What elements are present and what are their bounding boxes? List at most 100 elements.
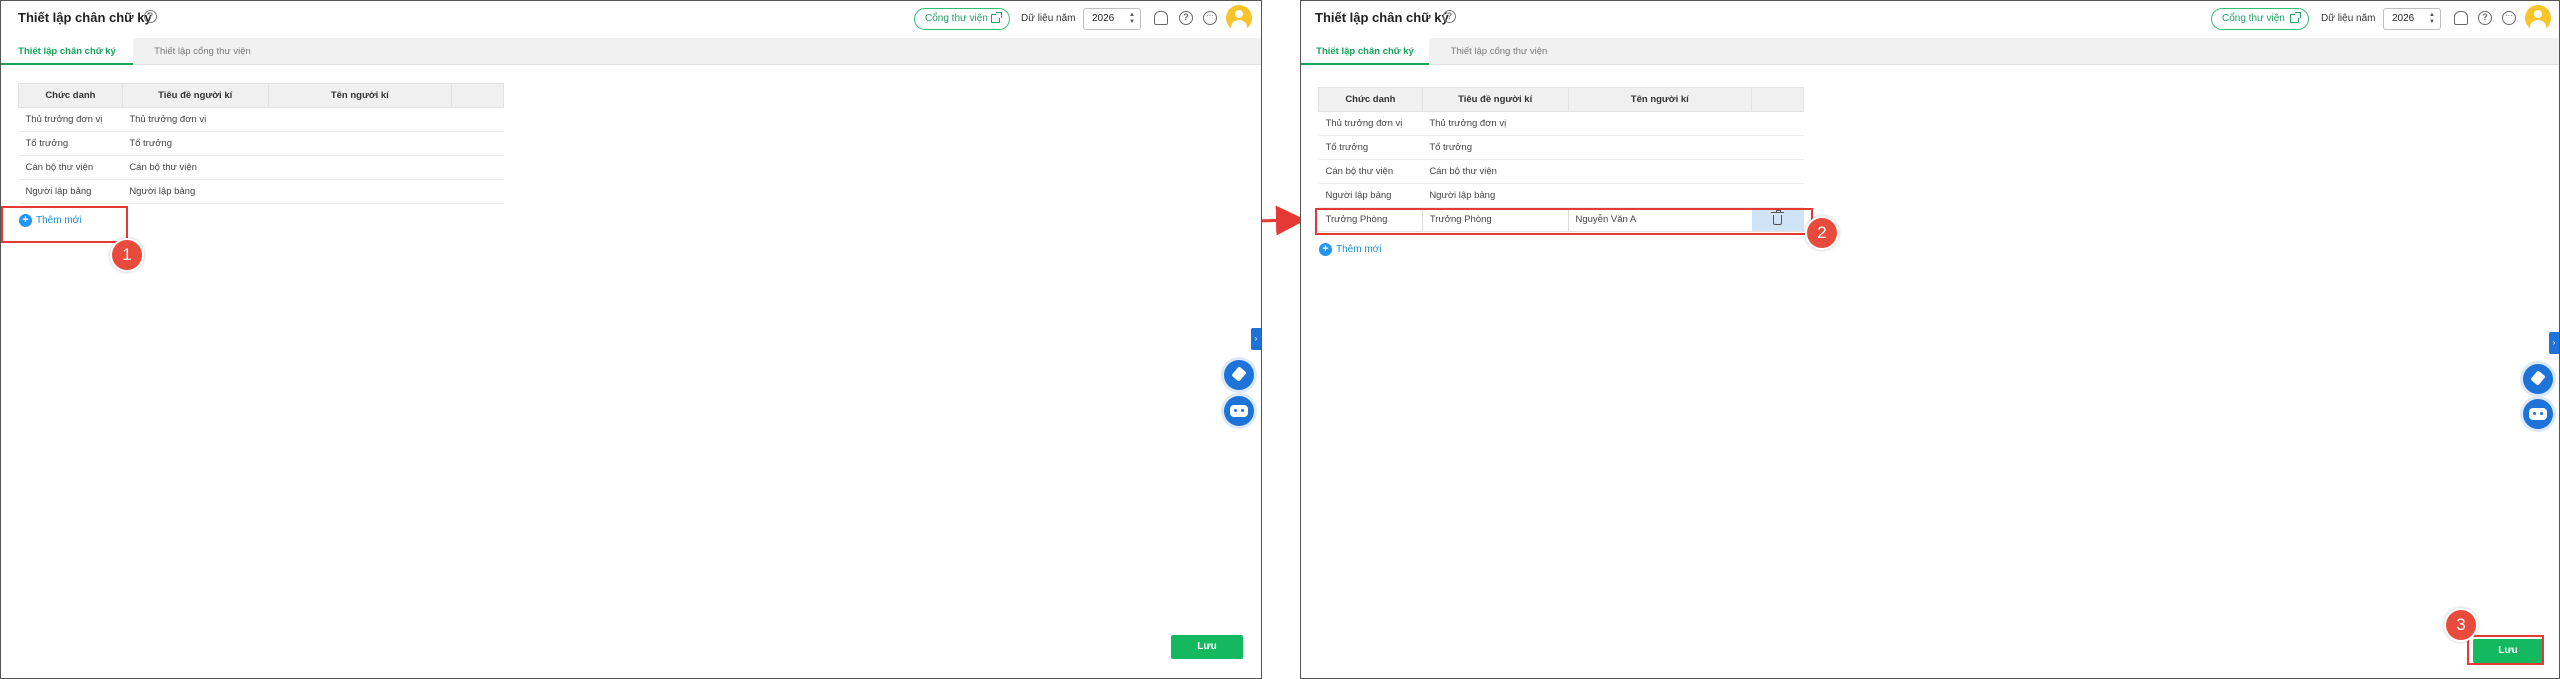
side-panel-toggle[interactable]: › [2549, 332, 2559, 354]
tab-bar: Thiết lập chân chữ ký Thiết lập cổng thư… [1301, 38, 2559, 65]
cell-signer-name[interactable] [1568, 111, 1752, 136]
table-row[interactable]: Tổ trưởng Tổ trưởng [18, 131, 504, 156]
tab-signature-setup[interactable]: Thiết lập chân chữ ký [1301, 38, 1429, 65]
cell-actions [1751, 159, 1804, 184]
cell-title[interactable]: Cán bộ thư viện [1318, 159, 1423, 184]
library-portal-label: Cổng thư viện [925, 13, 988, 24]
col-header-title: Chức danh [18, 83, 123, 108]
help-circle-icon[interactable]: ? [1179, 11, 1193, 25]
screen-after: Thiết lập chân chữ ký ? Cổng thư viện Dữ… [1300, 0, 2560, 679]
cell-actions [451, 179, 504, 204]
add-new-button[interactable]: + Thêm mới [1319, 243, 1381, 257]
cell-actions [451, 107, 504, 132]
page-title: Thiết lập chân chữ ký [18, 10, 152, 25]
table-row[interactable]: Người lập bảng Người lập bảng [1318, 183, 1804, 208]
library-portal-button[interactable]: Cổng thư viện [914, 8, 1010, 30]
cell-signer-name[interactable] [1568, 183, 1752, 208]
cell-signer-name[interactable] [268, 107, 452, 132]
col-header-signer-name: Tên người kí [267, 83, 453, 108]
year-label: Dữ liệu năm [2321, 13, 2376, 24]
cell-signer-title[interactable]: Người lập bảng [1422, 183, 1568, 208]
step-badge-2: 2 [1807, 218, 1837, 248]
cell-signer-name[interactable] [268, 155, 452, 180]
cell-signer-title[interactable]: Tổ trưởng [1422, 135, 1568, 160]
cell-actions [1751, 183, 1804, 208]
cell-title[interactable]: Thủ trưởng đơn vị [18, 107, 123, 132]
cell-signer-title[interactable]: Người lập bảng [122, 179, 269, 204]
side-panel-toggle[interactable]: › [1251, 328, 1261, 350]
add-new-label: Thêm mới [1336, 244, 1382, 255]
cell-signer-title[interactable]: Cán bộ thư viện [122, 155, 269, 180]
col-header-actions [451, 83, 504, 108]
cell-signer-name[interactable] [268, 131, 452, 156]
chatbot-icon[interactable] [1224, 396, 1254, 426]
avatar[interactable] [1226, 5, 1252, 31]
table-row[interactable]: Người lập bảng Người lập bảng [18, 179, 504, 204]
cell-title[interactable]: Thủ trưởng đơn vị [1318, 111, 1423, 136]
pin-icon[interactable] [2523, 364, 2553, 394]
cell-actions [1751, 135, 1804, 160]
cell-signer-name[interactable] [1568, 135, 1752, 160]
highlight-add-new [1, 206, 128, 243]
cell-signer-name[interactable] [1568, 159, 1752, 184]
year-label: Dữ liệu năm [1021, 13, 1076, 24]
avatar[interactable] [2525, 5, 2551, 31]
help-icon[interactable]: ? [144, 10, 157, 23]
bell-icon[interactable] [1154, 11, 1168, 25]
col-header-signer-title: Tiêu đề người kí [121, 83, 269, 108]
step-badge-3: 3 [2446, 610, 2476, 640]
help-circle-icon[interactable]: ? [2478, 11, 2492, 25]
cell-actions [1751, 111, 1804, 136]
year-select[interactable]: 2026 ▲ ▼ [2383, 8, 2441, 30]
more-icon[interactable]: ··· [2502, 11, 2516, 25]
cell-signer-name[interactable] [268, 179, 452, 204]
table-row[interactable]: Thủ trưởng đơn vị Thủ trưởng đơn vị [18, 107, 504, 132]
tab-bar: Thiết lập chân chữ ký Thiết lập cổng thư… [1, 38, 1261, 65]
year-value: 2026 [1092, 13, 1115, 24]
table-row[interactable]: Thủ trưởng đơn vị Thủ trưởng đơn vị [1318, 111, 1804, 136]
signature-table: Chức danh Tiêu đề người kí Tên người kí … [18, 83, 504, 204]
step-badge-1: 1 [112, 240, 142, 270]
library-portal-label: Cổng thư viện [2222, 13, 2285, 24]
save-button[interactable]: Lưu [1171, 635, 1243, 659]
table-row[interactable]: Cán bộ thư viện Cán bộ thư viện [1318, 159, 1804, 184]
screen-before: Thiết lập chân chữ ký ? Cổng thư viện Dữ… [0, 0, 1262, 679]
col-header-signer-title: Tiêu đề người kí [1421, 87, 1569, 112]
tab-library-portal-setup[interactable]: Thiết lập cổng thư viện [135, 38, 270, 65]
cell-actions [451, 131, 504, 156]
highlight-save-button [2467, 635, 2544, 665]
more-icon[interactable]: ··· [1203, 11, 1217, 25]
library-portal-button[interactable]: Cổng thư viện [2211, 8, 2309, 30]
year-spinner-icon[interactable]: ▲ ▼ [2429, 12, 2435, 26]
table-row[interactable]: Cán bộ thư viện Cán bộ thư viện [18, 155, 504, 180]
help-icon[interactable]: ? [1443, 10, 1456, 23]
cell-signer-title[interactable]: Tổ trưởng [122, 131, 269, 156]
cell-title[interactable]: Người lập bảng [1318, 183, 1423, 208]
plus-circle-icon: + [1319, 243, 1332, 256]
year-select[interactable]: 2026 ▲ ▼ [1083, 8, 1141, 30]
cell-actions [451, 155, 504, 180]
highlight-new-row [1315, 208, 1813, 235]
cell-signer-title[interactable]: Thủ trưởng đơn vị [122, 107, 269, 132]
cell-signer-title[interactable]: Thủ trưởng đơn vị [1422, 111, 1568, 136]
cell-title[interactable]: Cán bộ thư viện [18, 155, 123, 180]
cell-title[interactable]: Người lập bảng [18, 179, 123, 204]
col-header-title: Chức danh [1318, 87, 1423, 112]
col-header-signer-name: Tên người kí [1567, 87, 1753, 112]
chatbot-icon[interactable] [2523, 399, 2553, 429]
app-header: Thiết lập chân chữ ký ? Cổng thư viện Dữ… [1301, 1, 2559, 38]
external-link-icon [2290, 12, 2301, 23]
cell-title[interactable]: Tổ trưởng [18, 131, 123, 156]
page-title: Thiết lập chân chữ ký [1315, 10, 1449, 25]
pin-icon[interactable] [1224, 360, 1254, 390]
app-header: Thiết lập chân chữ ký ? Cổng thư viện Dữ… [1, 1, 1261, 38]
col-header-actions [1751, 87, 1804, 112]
year-spinner-icon[interactable]: ▲ ▼ [1129, 12, 1135, 26]
cell-title[interactable]: Tổ trưởng [1318, 135, 1423, 160]
tab-library-portal-setup[interactable]: Thiết lập cổng thư viện [1431, 38, 1567, 65]
external-link-icon [991, 12, 1002, 23]
tab-signature-setup[interactable]: Thiết lập chân chữ ký [1, 38, 133, 65]
bell-icon[interactable] [2454, 11, 2468, 25]
cell-signer-title[interactable]: Cán bộ thư viện [1422, 159, 1568, 184]
table-row[interactable]: Tổ trưởng Tổ trưởng [1318, 135, 1804, 160]
